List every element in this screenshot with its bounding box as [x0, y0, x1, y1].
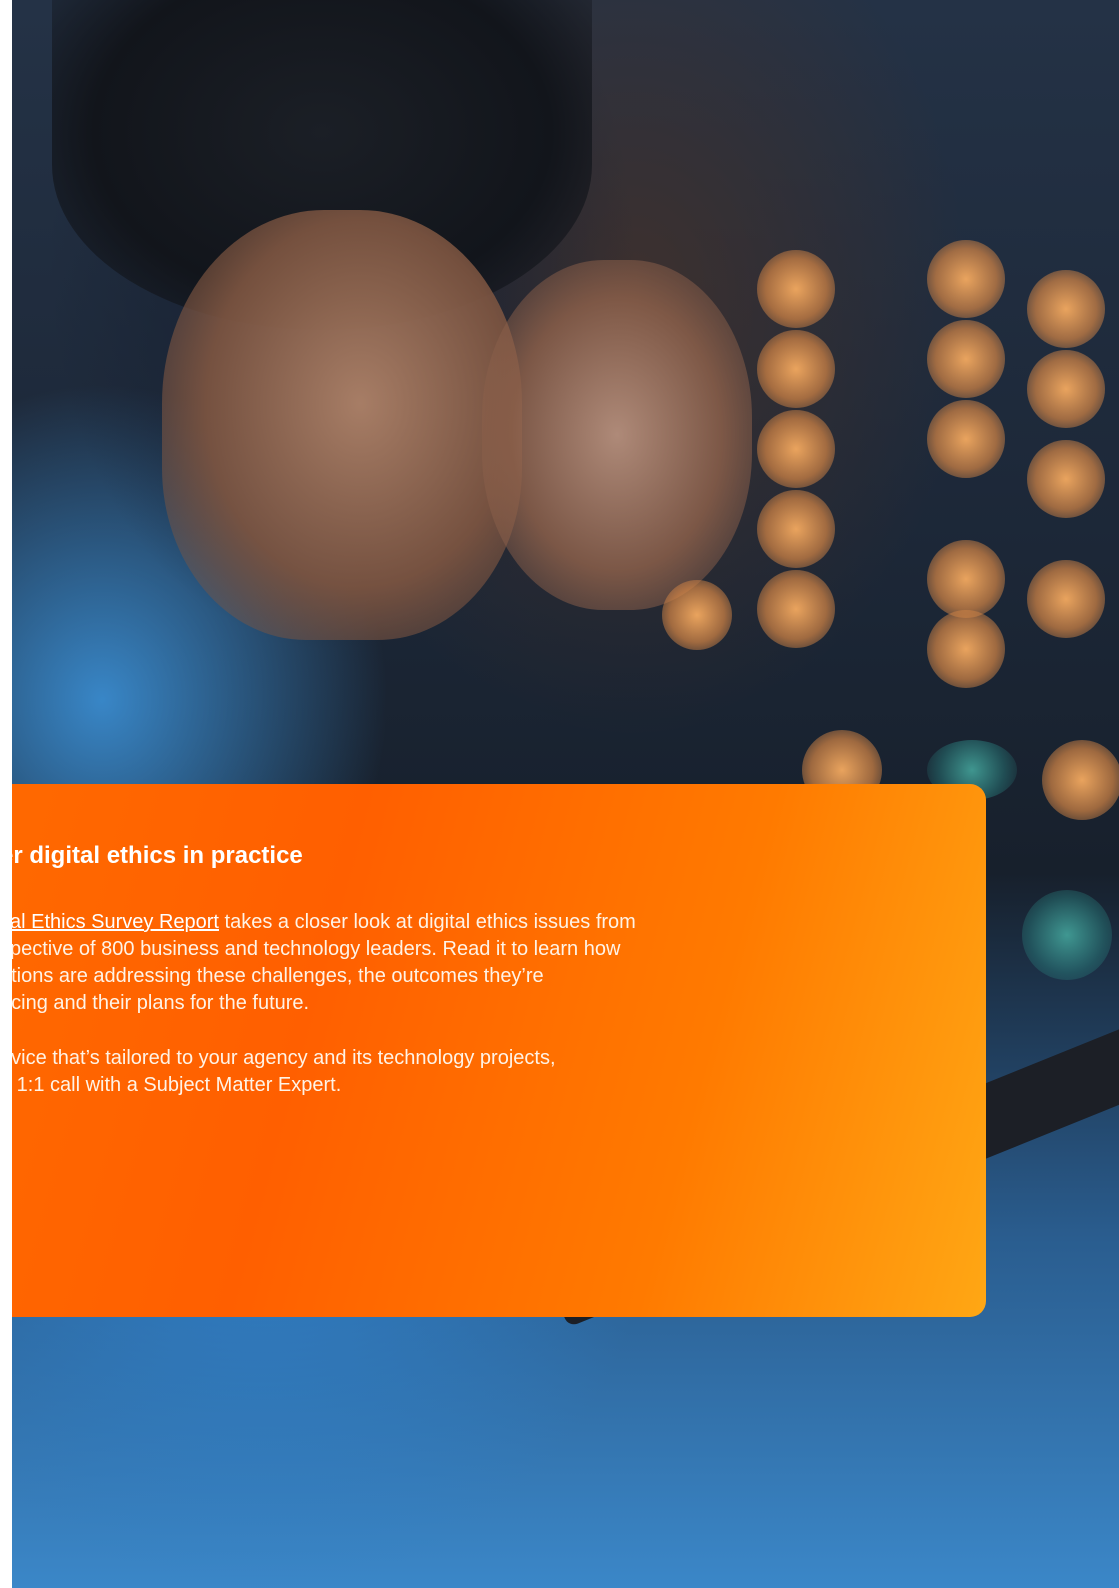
promo-paragraph-expert-call: dvice that’s tailored to your agency and… — [0, 1047, 556, 1096]
left-page-margin — [0, 0, 12, 1588]
survey-report-link[interactable]: ital Ethics Survey Report — [0, 911, 219, 933]
promo-paragraph-report: ital Ethics Survey Report takes a closer… — [0, 911, 636, 1014]
promo-card: er digital ethics in practice ital Ethic… — [0, 784, 986, 1317]
promo-heading: er digital ethics in practice — [0, 842, 303, 869]
page: er digital ethics in practice ital Ethic… — [0, 0, 1119, 1588]
